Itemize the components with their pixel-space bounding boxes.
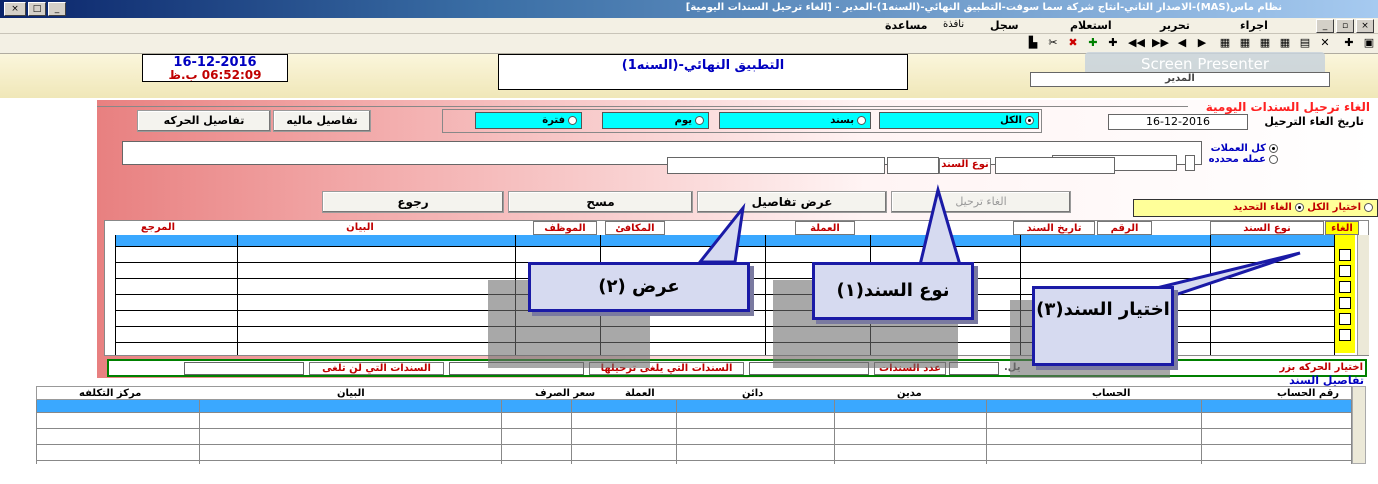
callout2-pointer — [696, 202, 746, 264]
callout-pointers — [696, 184, 1301, 302]
callout-voucher-type: نوع السند(١) — [812, 262, 974, 320]
callout-select-voucher: اختيار السند(٣) — [1032, 286, 1174, 366]
callout1-pointer — [918, 184, 963, 267]
callout-show: عرض (٢) — [528, 262, 750, 312]
